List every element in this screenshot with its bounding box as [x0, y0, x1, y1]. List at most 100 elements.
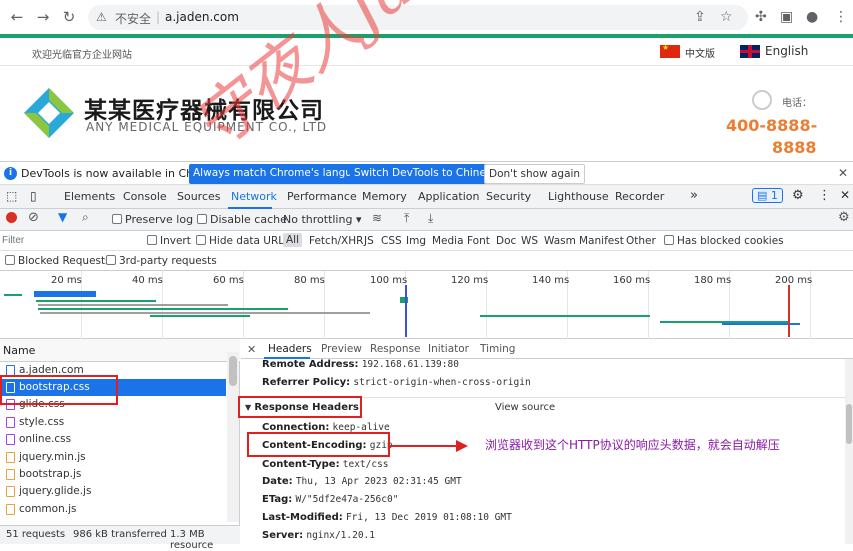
tab-elements[interactable]: Elements [64, 190, 115, 203]
filter-icon[interactable]: ▼ [58, 210, 67, 224]
request-row[interactable]: style.css [0, 414, 226, 431]
switch-chinese-button[interactable]: Switch DevTools to Chinese [350, 164, 502, 184]
sidepanel-icon[interactable]: ▣ [780, 9, 793, 25]
upload-har-icon[interactable]: ⤒ [404, 211, 409, 226]
type-filter-doc[interactable]: Doc [496, 235, 516, 247]
blocked-cookies-checkbox[interactable]: Has blocked cookies [664, 235, 784, 247]
request-name: online.css [19, 433, 72, 445]
tab-headers[interactable]: Headers [268, 343, 312, 355]
header-key: Date: [262, 476, 293, 487]
preserve-log-checkbox[interactable]: Preserve log [112, 213, 193, 226]
tab-network[interactable]: Network [231, 190, 277, 203]
type-filter-img[interactable]: Img [406, 235, 426, 247]
type-filter-wasm[interactable]: Wasm [544, 235, 576, 247]
devtools-tabbar: ⬚ ▯ Elements Console Sources Network Per… [0, 185, 853, 209]
tab-memory[interactable]: Memory [362, 190, 407, 203]
transferred-size: 986 kB transferred [73, 529, 167, 540]
uk-flag-icon[interactable] [740, 45, 760, 58]
disable-cache-checkbox[interactable]: Disable cache [197, 213, 287, 226]
type-filter-all[interactable]: All [283, 233, 303, 247]
tab-preview[interactable]: Preview [321, 343, 362, 355]
extensions-icon[interactable]: ✣ [755, 9, 767, 25]
inspect-icon[interactable]: ⬚ [6, 189, 17, 203]
share-icon[interactable]: ⇪ [694, 9, 706, 25]
match-language-button[interactable]: Always match Chrome's language [189, 164, 376, 184]
throttling-select[interactable]: No throttling ▾ [283, 213, 361, 226]
star-icon[interactable]: ☆ [720, 9, 733, 25]
lang-english-link[interactable]: English [765, 44, 808, 58]
tab-console[interactable]: Console [123, 190, 167, 203]
type-filter-ws[interactable]: WS [521, 235, 538, 247]
type-filter-manifest[interactable]: Manifest [579, 235, 624, 247]
network-overview[interactable]: 20 ms 40 ms 60 ms 80 ms 100 ms 120 ms 14… [0, 271, 853, 339]
tab-initiator[interactable]: Initiator [428, 343, 469, 355]
search-icon[interactable]: ⌕ [82, 210, 89, 225]
request-row[interactable]: bootstrap.js [0, 466, 226, 483]
domcontentloaded-marker [405, 285, 407, 337]
header-value: Fri, 13 Dec 2019 01:08:10 GMT [345, 512, 512, 523]
tab-performance[interactable]: Performance [287, 190, 357, 203]
tab-security[interactable]: Security [486, 190, 531, 203]
address-bar[interactable]: ⚠ 不安全 | a.jaden.com [88, 5, 748, 30]
more-tabs-icon[interactable]: » [690, 188, 698, 203]
scrollbar-thumb[interactable] [229, 356, 237, 386]
dont-show-button[interactable]: Don't show again [484, 164, 586, 184]
type-filter-fetch[interactable]: Fetch/XHR [309, 235, 363, 247]
request-row[interactable]: common.js [0, 501, 226, 518]
scrollbar-thumb[interactable] [846, 404, 852, 444]
tab-timing[interactable]: Timing [480, 343, 515, 355]
type-filter-font[interactable]: Font [467, 235, 490, 247]
preserve-log-label: Preserve log [125, 213, 194, 226]
tab-response[interactable]: Response [370, 343, 420, 355]
settings-gear-icon[interactable]: ⚙ [792, 188, 804, 203]
type-filter-other[interactable]: Other [626, 235, 656, 247]
hide-data-urls-label: Hide data URLs [209, 235, 290, 247]
filter-input[interactable] [2, 233, 138, 248]
request-row[interactable]: online.css [0, 431, 226, 448]
close-devtools-icon[interactable]: ✕ [840, 188, 850, 202]
type-filter-media[interactable]: Media [432, 235, 464, 247]
invert-checkbox[interactable]: Invert [147, 235, 191, 247]
tab-sources[interactable]: Sources [177, 190, 221, 203]
script-icon [6, 504, 15, 515]
tab-application[interactable]: Application [418, 190, 479, 203]
download-har-icon[interactable]: ⤓ [428, 211, 433, 226]
details-scrollbar[interactable] [845, 359, 853, 544]
request-row[interactable]: jquery.min.js [0, 449, 226, 466]
clear-icon[interactable]: ⊘ [28, 210, 39, 225]
more-options-icon[interactable]: ⋮ [818, 188, 831, 203]
annotation-arrow-head [456, 440, 468, 452]
issues-badge[interactable]: ▤ 1 [752, 188, 783, 203]
tab-lighthouse[interactable]: Lighthouse [548, 190, 609, 203]
third-party-checkbox[interactable]: 3rd-party requests [106, 255, 217, 267]
device-toolbar-icon[interactable]: ▯ [30, 189, 37, 203]
menu-icon[interactable]: ⋮ [834, 9, 848, 25]
china-flag-icon[interactable] [660, 43, 680, 58]
close-details-icon[interactable]: ✕ [247, 343, 256, 356]
type-filter-css[interactable]: CSS [381, 235, 402, 247]
name-column-header[interactable]: Name [3, 344, 35, 357]
record-icon[interactable] [6, 212, 17, 223]
company-logo[interactable] [22, 86, 76, 140]
profile-icon[interactable]: ● [806, 9, 818, 25]
view-source-link[interactable]: View source [495, 402, 555, 413]
script-icon [6, 469, 15, 480]
header-key: ETag: [262, 494, 293, 505]
network-settings-gear-icon[interactable]: ⚙ [838, 210, 850, 225]
tab-recorder[interactable]: Recorder [615, 190, 664, 203]
close-icon[interactable]: ✕ [838, 166, 848, 180]
request-list-scrollbar[interactable] [227, 352, 239, 522]
lang-chinese-link[interactable]: 中文版 [685, 45, 715, 60]
hide-data-urls-checkbox[interactable]: Hide data URLs [196, 235, 290, 247]
request-row[interactable]: jquery.glide.js [0, 483, 226, 500]
reload-icon[interactable]: ↻ [60, 8, 78, 26]
blocked-requests-checkbox[interactable]: Blocked Requests [5, 255, 111, 267]
type-filter-js[interactable]: JS [364, 235, 374, 247]
network-conditions-icon[interactable]: ≋ [372, 211, 382, 225]
tick-label: 40 ms [132, 275, 163, 286]
back-icon[interactable]: ← [8, 8, 26, 26]
url-text[interactable]: a.jaden.com [165, 10, 239, 24]
phone-icon [752, 90, 772, 110]
timeline-bar [36, 300, 156, 302]
forward-icon[interactable]: → [34, 8, 52, 26]
